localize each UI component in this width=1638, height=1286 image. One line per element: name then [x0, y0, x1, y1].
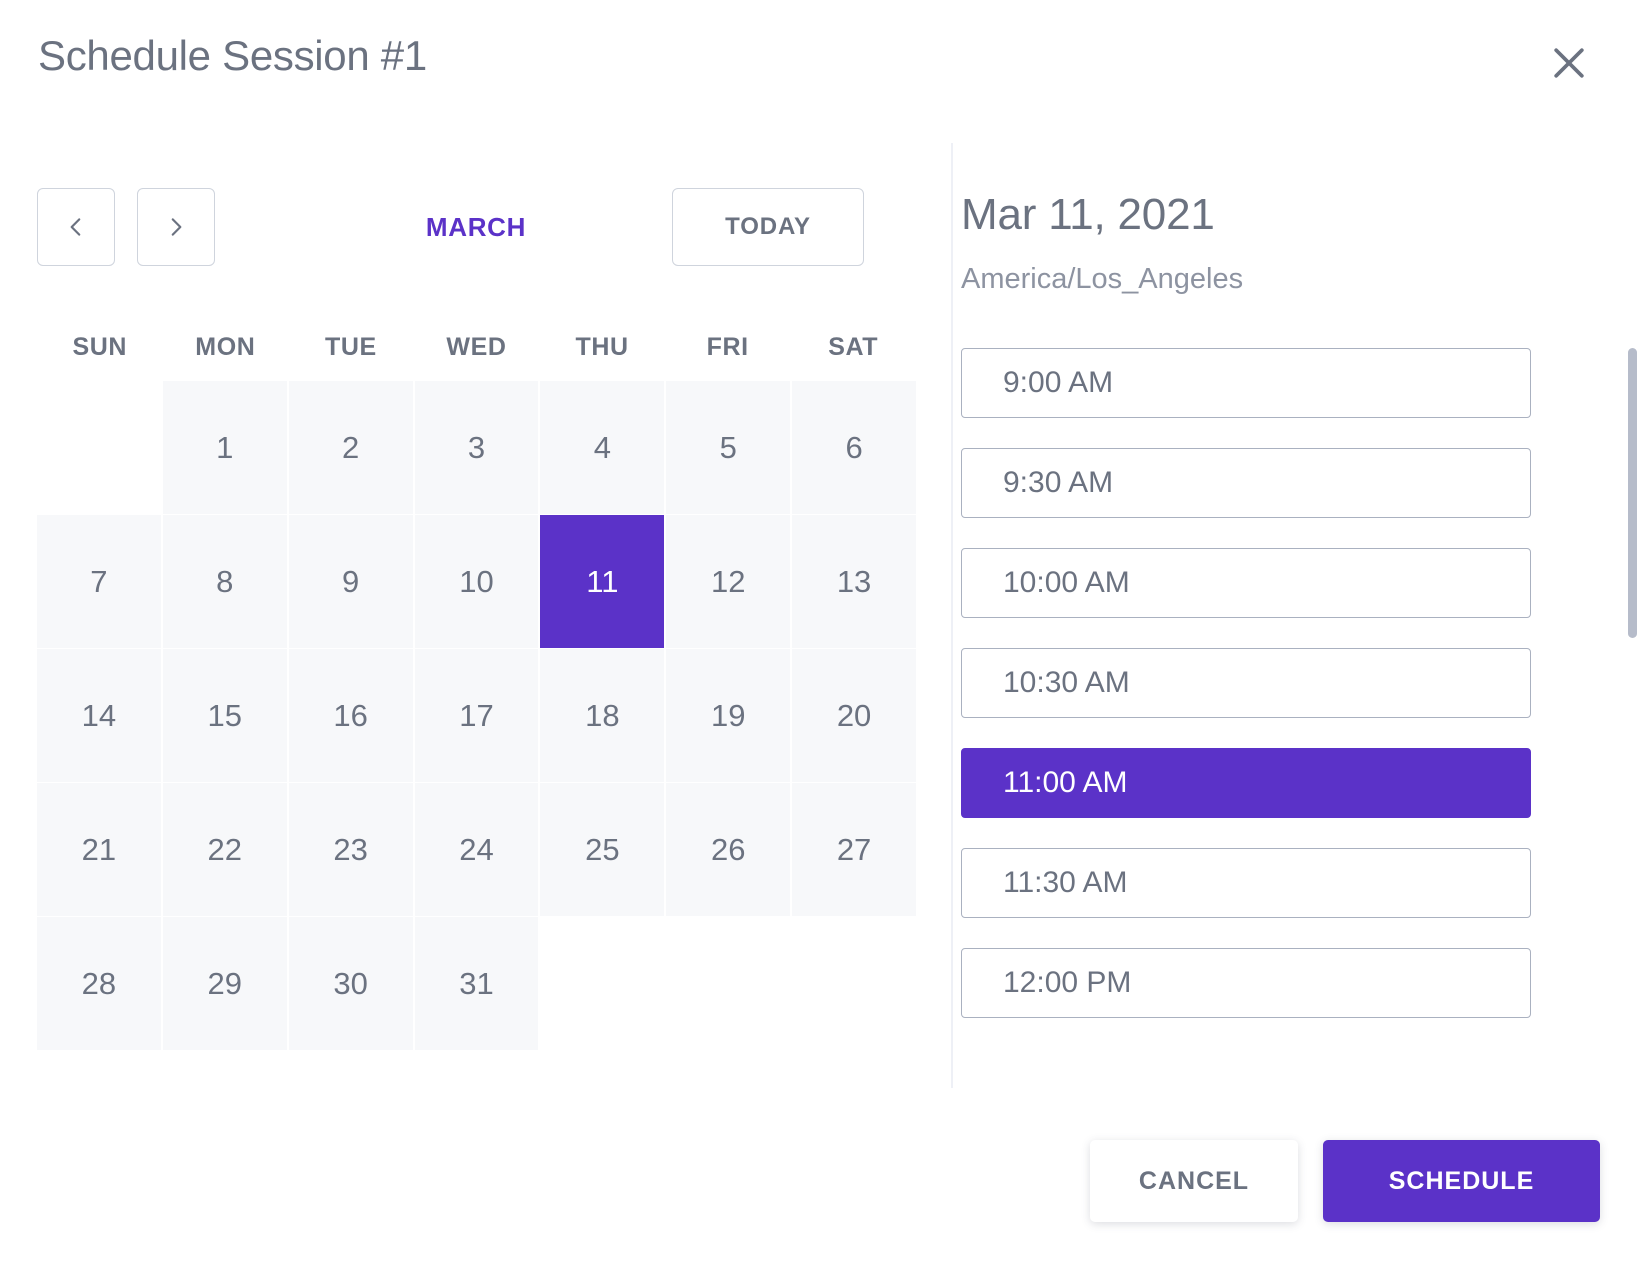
time-slots-panel: Mar 11, 2021 America/Los_Angeles 9:00 AM… [952, 143, 1638, 1088]
schedule-session-modal: Schedule Session #1 [0, 0, 1638, 1286]
calendar-day-cell[interactable]: 9 [289, 515, 413, 648]
calendar-day-cell[interactable]: 15 [163, 649, 287, 782]
calendar-day-cell[interactable]: 28 [37, 917, 161, 1050]
calendar-day-cell[interactable]: 16 [289, 649, 413, 782]
calendar-day-empty [792, 917, 916, 1050]
calendar-toolbar: MARCH TODAY [37, 188, 915, 266]
calendar-day-cell[interactable]: 10 [415, 515, 539, 648]
time-slot-option[interactable]: 9:30 AM [961, 448, 1531, 518]
page-title: Schedule Session #1 [38, 32, 427, 80]
time-slot-option[interactable]: 10:00 AM [961, 548, 1531, 618]
calendar-panel: MARCH TODAY SUNMONTUEWEDTHUFRISAT 123456… [0, 143, 952, 1088]
calendar-day-cell[interactable]: 24 [415, 783, 539, 916]
weekday-label-sat: SAT [790, 333, 916, 362]
calendar-day-cell[interactable]: 29 [163, 917, 287, 1050]
calendar-day-cell[interactable]: 8 [163, 515, 287, 648]
modal-header: Schedule Session #1 [0, 0, 1638, 132]
calendar-day-cell[interactable]: 12 [666, 515, 790, 648]
calendar-day-cell[interactable]: 23 [289, 783, 413, 916]
calendar-day-cell[interactable]: 5 [666, 381, 790, 514]
time-slot-option[interactable]: 9:00 AM [961, 348, 1531, 418]
calendar-day-cell[interactable]: 30 [289, 917, 413, 1050]
weekday-header-row: SUNMONTUEWEDTHUFRISAT [37, 333, 916, 362]
calendar-day-cell[interactable]: 22 [163, 783, 287, 916]
calendar-day-cell[interactable]: 27 [792, 783, 916, 916]
cancel-button[interactable]: CANCEL [1090, 1140, 1298, 1222]
calendar-day-cell[interactable]: 3 [415, 381, 539, 514]
time-slots-scrollbar[interactable] [1628, 348, 1638, 1088]
time-slot-option[interactable]: 12:00 PM [961, 948, 1531, 1018]
schedule-button[interactable]: SCHEDULE [1323, 1140, 1600, 1222]
next-month-button[interactable] [137, 188, 215, 266]
calendar-day-cell[interactable]: 7 [37, 515, 161, 648]
calendar-day-cell[interactable]: 18 [540, 649, 664, 782]
calendar-day-cell[interactable]: 31 [415, 917, 539, 1050]
timezone-label: America/Los_Angeles [961, 263, 1243, 296]
calendar-day-cell[interactable]: 13 [792, 515, 916, 648]
calendar-day-cell[interactable]: 11 [540, 515, 664, 648]
calendar-day-cell[interactable]: 4 [540, 381, 664, 514]
time-slot-list: 9:00 AM 9:30 AM 10:00 AM 10:30 AM 11:00 AM 11… [961, 348, 1549, 1088]
calendar-day-cell[interactable]: 26 [666, 783, 790, 916]
scrollbar-thumb[interactable] [1628, 348, 1637, 638]
calendar-day-cell[interactable]: 20 [792, 649, 916, 782]
prev-month-button[interactable] [37, 188, 115, 266]
weekday-label-thu: THU [539, 333, 665, 362]
calendar-day-empty [540, 917, 664, 1050]
calendar-day-grid: 1234567891011121314151617181920212223242… [37, 381, 916, 1050]
modal-footer: CANCEL SCHEDULE [0, 1088, 1638, 1286]
time-slot-option[interactable]: 10:30 AM [961, 648, 1531, 718]
calendar-day-cell[interactable]: 14 [37, 649, 161, 782]
close-icon [1547, 41, 1591, 85]
calendar-day-cell[interactable]: 19 [666, 649, 790, 782]
weekday-label-tue: TUE [288, 333, 414, 362]
calendar-day-cell[interactable]: 6 [792, 381, 916, 514]
calendar-day-cell[interactable]: 17 [415, 649, 539, 782]
chevron-right-icon [163, 212, 189, 242]
time-slot-option[interactable]: 11:00 AM [961, 748, 1531, 818]
weekday-label-fri: FRI [665, 333, 791, 362]
weekday-label-wed: WED [414, 333, 540, 362]
calendar-day-empty [666, 917, 790, 1050]
calendar-day-cell[interactable]: 2 [289, 381, 413, 514]
weekday-label-mon: MON [163, 333, 289, 362]
selected-date-heading: Mar 11, 2021 [961, 190, 1215, 240]
time-slot-option[interactable]: 11:30 AM [961, 848, 1531, 918]
close-button[interactable] [1538, 32, 1600, 94]
chevron-left-icon [63, 212, 89, 242]
calendar-day-cell[interactable]: 25 [540, 783, 664, 916]
calendar-day-cell[interactable]: 1 [163, 381, 287, 514]
weekday-label-sun: SUN [37, 333, 163, 362]
calendar-day-empty [37, 381, 161, 514]
today-button[interactable]: TODAY [672, 188, 864, 266]
calendar-day-cell[interactable]: 21 [37, 783, 161, 916]
